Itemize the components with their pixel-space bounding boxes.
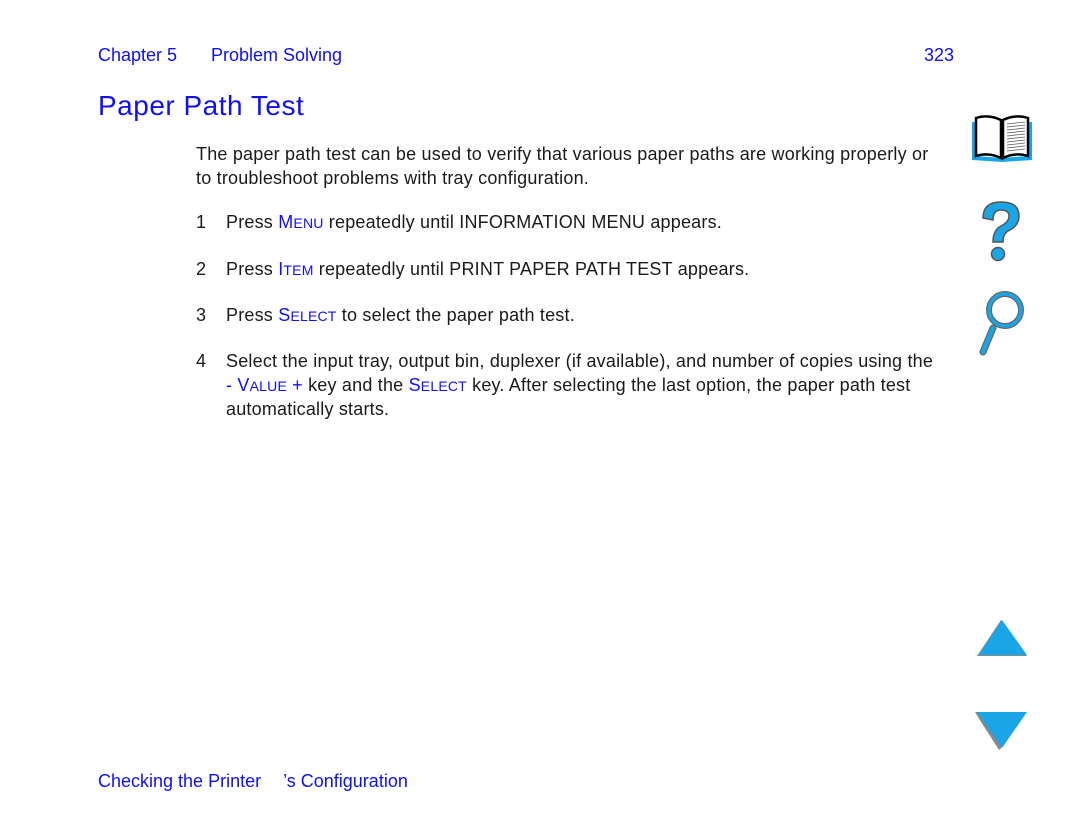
step-text: repeatedly until PRINT PAPER PATH TEST a… [313, 259, 750, 279]
footer-link-text[interactable]: Checking the Printer [98, 771, 261, 791]
chapter-label: Chapter 5 [98, 45, 178, 65]
item-key-label: Item [278, 259, 314, 279]
value-key-label: - Value + [226, 374, 303, 395]
previous-page-icon[interactable] [975, 618, 1029, 658]
step-number: 4 [196, 351, 207, 371]
next-page-icon[interactable] [975, 710, 1029, 750]
select-key-label: Select [408, 374, 467, 395]
help-icon[interactable] [975, 198, 1027, 264]
footer-link[interactable]: Checking the Printer ’s Configuration [98, 771, 408, 792]
step-number: 2 [196, 259, 207, 279]
select-key-label: Select [278, 305, 337, 325]
step-number: 3 [196, 305, 207, 325]
book-icon[interactable] [968, 112, 1036, 166]
search-icon[interactable] [975, 290, 1027, 356]
step-text: key and the [302, 374, 409, 395]
page-number: 323 [924, 45, 955, 65]
footer-link-text[interactable]: ’s Configuration [283, 771, 408, 791]
page-title: Paper Path Test [98, 90, 305, 121]
intro-paragraph: The paper path test can be used to verif… [196, 144, 929, 188]
step-text: Press [226, 305, 279, 325]
step-number: 1 [196, 212, 207, 232]
step-text: repeatedly until INFORMATION MENU appear… [323, 212, 722, 232]
step-text: to select the paper path test. [336, 305, 575, 325]
step-text: Select the input tray, output bin, duple… [226, 351, 934, 371]
section-label: Problem Solving [211, 45, 343, 65]
step-text: Press [226, 259, 279, 279]
step-text: Press [226, 212, 279, 232]
menu-key-label: Menu [278, 212, 324, 232]
